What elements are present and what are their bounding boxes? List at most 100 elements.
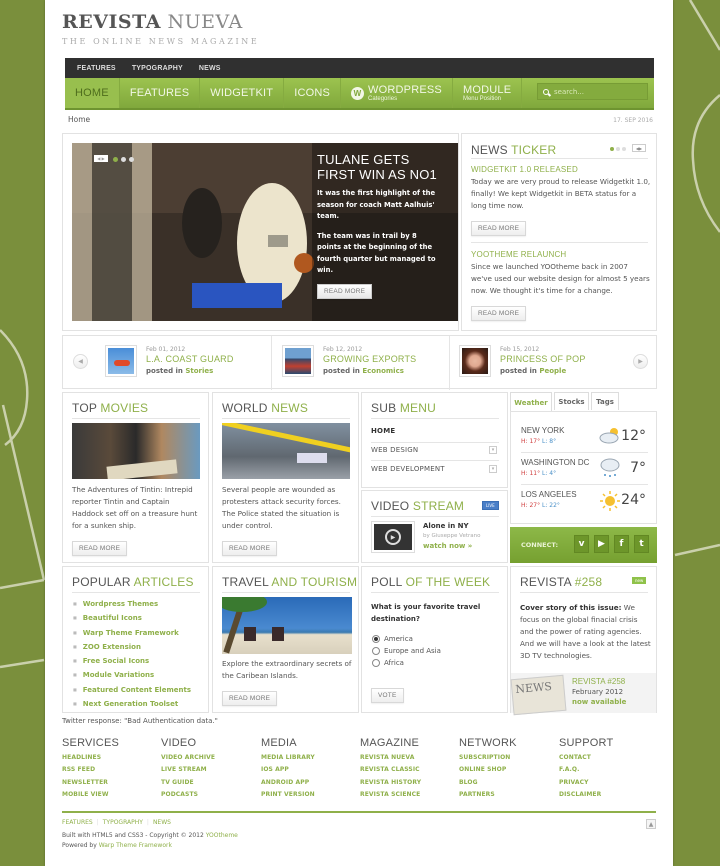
slideshow-dot[interactable] <box>129 157 134 162</box>
radio-button[interactable] <box>372 647 380 655</box>
site-logo[interactable]: REVISTA NUEVA <box>62 11 243 33</box>
ticker-item-heading[interactable]: WIDGETKIT 1.0 RELEASED <box>471 165 578 174</box>
popular-article-link[interactable]: ZOO Extension <box>73 640 191 654</box>
back-to-top-button[interactable]: ▲ <box>646 819 656 829</box>
ticker-item-heading[interactable]: YOOTHEME RELAUNCH <box>471 250 566 259</box>
top-menu-news[interactable]: NEWS <box>199 65 221 72</box>
ticker-read-more-button[interactable]: READ MORE <box>471 306 527 321</box>
footer-link[interactable]: REVISTA NUEVA <box>360 752 421 764</box>
vote-button[interactable]: VOTE <box>371 688 404 703</box>
poll-option-africa[interactable]: Africa <box>372 659 441 667</box>
footer-link[interactable]: MOBILE VIEW <box>62 789 119 801</box>
popular-article-link[interactable]: Free Social Icons <box>73 654 191 668</box>
slide-read-more-button[interactable]: READ MORE <box>317 284 373 299</box>
watch-now-link[interactable]: watch now » <box>423 542 472 550</box>
footer-link[interactable]: RSS FEED <box>62 764 119 776</box>
footer-link[interactable]: REVISTA HISTORY <box>360 777 421 789</box>
sub-menu-home[interactable]: HOME <box>371 427 395 435</box>
slideshow-nav-arrows[interactable]: ◀ ▶ <box>94 155 108 162</box>
revista-issue-box[interactable]: NEWS REVISTA #258 February 2012 now avai… <box>510 673 656 716</box>
tab-tags[interactable]: Tags <box>591 392 619 410</box>
facebook-icon[interactable]: f <box>614 535 629 553</box>
footer-link[interactable]: ANDROID APP <box>261 777 315 789</box>
footer-link[interactable]: ONLINE SHOP <box>459 764 517 776</box>
ticker-read-more-button[interactable]: READ MORE <box>471 221 527 236</box>
nav-icons[interactable]: ICONS <box>284 78 342 108</box>
top-movies-image[interactable] <box>72 423 200 479</box>
expand-icon[interactable]: ▾ <box>489 465 497 473</box>
carousel-prev-button[interactable]: ◀ <box>73 354 88 369</box>
popular-article-link[interactable]: Wordpress Themes <box>73 597 191 611</box>
ticker-dot[interactable] <box>622 147 626 151</box>
footer-link[interactable]: REVISTA CLASSIC <box>360 764 421 776</box>
top-menu-typography[interactable]: TYPOGRAPHY <box>132 65 183 72</box>
revista-available-link[interactable]: now available <box>572 698 626 706</box>
popular-article-link[interactable]: Featured Content Elements <box>73 683 191 697</box>
footer-menu-typography[interactable]: TYPOGRAPHY <box>103 819 143 826</box>
radio-button[interactable] <box>372 659 380 667</box>
carousel-title[interactable]: PRINCESS OF POP <box>500 354 586 364</box>
footer-menu-news[interactable]: NEWS <box>153 819 171 826</box>
slideshow-dot[interactable] <box>121 157 126 162</box>
travel-read-more-button[interactable]: READ MORE <box>222 691 278 706</box>
nav-wordpress[interactable]: W WORDPRESS Categories <box>341 78 453 108</box>
video-thumbnail[interactable]: ▶ <box>371 521 415 553</box>
footer-link[interactable]: MEDIA LIBRARY <box>261 752 315 764</box>
slideshow-dot[interactable] <box>113 157 118 162</box>
carousel-item[interactable]: Feb 12, 2012 GROWING EXPORTS posted in E… <box>282 345 416 377</box>
vimeo-icon[interactable]: v <box>574 535 589 553</box>
popular-article-link[interactable]: Beautiful Icons <box>73 611 191 625</box>
footer-link[interactable]: TV GUIDE <box>161 777 215 789</box>
nav-features[interactable]: FEATURES <box>120 78 201 108</box>
sub-menu-web-design[interactable]: WEB DESIGN <box>371 446 418 454</box>
footer-link[interactable]: HEADLINES <box>62 752 119 764</box>
poll-option-america[interactable]: America <box>372 635 441 643</box>
top-movies-read-more-button[interactable]: READ MORE <box>72 541 128 556</box>
ticker-dot[interactable] <box>616 147 620 151</box>
footer-link[interactable]: PRIVACY <box>559 777 613 789</box>
yootheme-link[interactable]: YOOtheme <box>206 832 238 839</box>
video-title[interactable]: Alone in NY <box>423 522 469 530</box>
footer-link[interactable]: REVISTA SCIENCE <box>360 789 421 801</box>
nav-module[interactable]: MODULE Menu Position <box>453 78 523 108</box>
tab-stocks[interactable]: Stocks <box>554 392 589 410</box>
footer-link[interactable]: PARTNERS <box>459 789 517 801</box>
carousel-category-link[interactable]: People <box>539 367 566 375</box>
breadcrumb[interactable]: Home <box>68 115 90 124</box>
top-menu-features[interactable]: FEATURES <box>77 65 116 72</box>
footer-menu-features[interactable]: FEATURES <box>62 819 93 826</box>
carousel-item[interactable]: Feb 15, 2012 PRINCESS OF POP posted in P… <box>459 345 585 377</box>
nav-widgetkit[interactable]: WIDGETKIT <box>200 78 285 108</box>
carousel-next-button[interactable]: ▶ <box>633 354 648 369</box>
footer-link[interactable]: SUBSCRIPTION <box>459 752 517 764</box>
tab-weather[interactable]: Weather <box>510 392 552 412</box>
footer-link[interactable]: BLOG <box>459 777 517 789</box>
ticker-arrows[interactable]: ◀▶ <box>632 144 646 152</box>
warp-framework-link[interactable]: Warp Theme Framework <box>99 842 172 849</box>
footer-link[interactable]: NEWSLETTER <box>62 777 119 789</box>
sub-menu-web-development[interactable]: WEB DEVELOPMENT <box>371 465 445 473</box>
youtube-icon[interactable]: ▶ <box>594 535 609 553</box>
footer-link[interactable]: PODCASTS <box>161 789 215 801</box>
popular-article-link[interactable]: Next Generation Toolset <box>73 697 191 711</box>
travel-image[interactable] <box>222 597 352 654</box>
search-input[interactable] <box>554 87 639 96</box>
carousel-item[interactable]: Feb 01, 2012 L.A. COAST GUARD posted in … <box>105 345 233 377</box>
world-news-read-more-button[interactable]: READ MORE <box>222 541 278 556</box>
carousel-category-link[interactable]: Economics <box>362 367 404 375</box>
popular-article-link[interactable]: Warp Theme Framework <box>73 626 191 640</box>
ticker-dot[interactable] <box>610 147 614 151</box>
popular-article-link[interactable]: Module Variations <box>73 668 191 682</box>
footer-link[interactable]: DISCLAIMER <box>559 789 613 801</box>
nav-home[interactable]: HOME <box>65 78 120 108</box>
carousel-title[interactable]: GROWING EXPORTS <box>323 354 416 364</box>
poll-option-europe-asia[interactable]: Europe and Asia <box>372 647 441 655</box>
footer-link[interactable]: PRINT VERSION <box>261 789 315 801</box>
twitter-icon[interactable]: t <box>634 535 649 553</box>
footer-link[interactable]: VIDEO ARCHIVE <box>161 752 215 764</box>
carousel-category-link[interactable]: Stories <box>185 367 213 375</box>
expand-icon[interactable]: ▾ <box>489 446 497 454</box>
footer-link[interactable]: F.A.Q. <box>559 764 613 776</box>
carousel-title[interactable]: L.A. COAST GUARD <box>146 354 234 364</box>
footer-link[interactable]: LIVE STREAM <box>161 764 215 776</box>
